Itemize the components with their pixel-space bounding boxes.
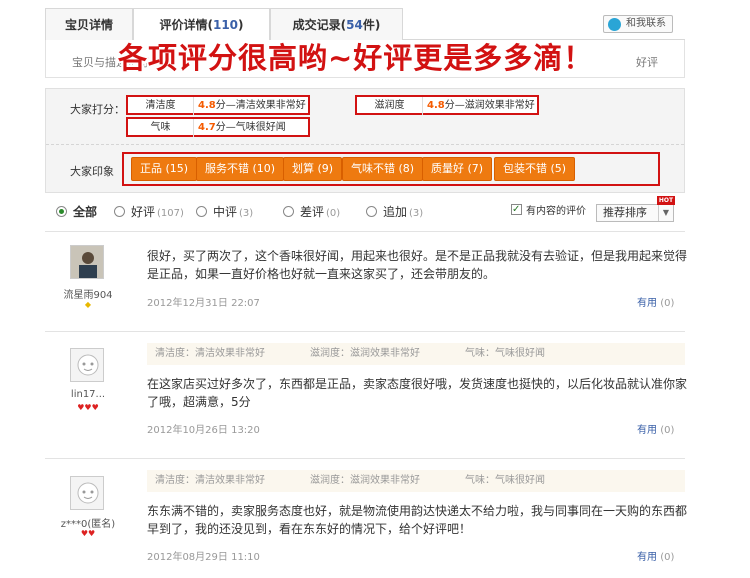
- default-avatar-icon: [71, 477, 103, 509]
- score-scent: 气味 4.7分—气味很好闻: [126, 117, 310, 137]
- score-moisture: 滋润度 4.8分—滋润效果非常好: [355, 95, 539, 115]
- review-text: 在这家店买过好多次了，东西都是正品，卖家态度很好哦，发货速度也挺快的，以后化妆品…: [147, 377, 688, 409]
- filter-positive[interactable]: 好评 (107): [114, 204, 184, 220]
- avatar[interactable]: [70, 245, 104, 279]
- impression-tag[interactable]: 气味不错 (8): [342, 157, 424, 181]
- contact-button[interactable]: 和我联系: [603, 15, 673, 33]
- useful-button[interactable]: 有用 (0): [637, 294, 674, 309]
- impression-tag[interactable]: 划算 (9): [283, 157, 343, 181]
- good-review-label: 好评: [636, 56, 658, 69]
- user-photo-icon: [71, 246, 103, 278]
- hot-badge: HOT: [657, 196, 675, 205]
- checkbox-checked-icon: [511, 202, 522, 218]
- useful-button[interactable]: 有用 (0): [637, 421, 674, 436]
- radio-icon: [114, 206, 125, 217]
- reviewer-name[interactable]: lin17...: [48, 389, 128, 400]
- chevron-down-icon: ▼: [658, 205, 673, 221]
- review-scores: 清洁度：清洁效果非常好 滋润度：滋润效果非常好 气味：气味很好闻: [147, 343, 685, 365]
- divider: [46, 144, 684, 145]
- default-avatar-icon: [71, 349, 103, 381]
- avatar[interactable]: [70, 348, 104, 382]
- promo-banner: 各项评分很高哟~好评更是多多滴！: [118, 41, 594, 75]
- impressions-label: 大家印象: [70, 165, 114, 178]
- filter-follow-up[interactable]: 追加 (3): [366, 204, 423, 220]
- avatar[interactable]: [70, 476, 104, 510]
- filter-neutral[interactable]: 中评 (3): [196, 204, 253, 220]
- impression-tag[interactable]: 质量好 (7): [422, 157, 493, 181]
- content-only-checkbox[interactable]: 有内容的评价: [511, 202, 586, 220]
- divider: [45, 458, 685, 459]
- reviewer-name[interactable]: 流星雨904: [48, 286, 128, 301]
- review-scores: 清洁度：清洁效果非常好 滋润度：滋润效果非常好 气味：气味很好闻: [147, 470, 685, 492]
- filter-negative[interactable]: 差评 (0): [283, 204, 340, 220]
- useful-button[interactable]: 有用 (0): [637, 548, 674, 563]
- review-text: 东东满不错的，卖家服务态度也好，就是物流使用韵达快递太不给力啦，我与同事同在一天…: [147, 504, 688, 536]
- impression-tag[interactable]: 包装不错 (5): [494, 157, 576, 181]
- radio-selected-icon: [56, 206, 67, 217]
- rank-icon: ♥♥: [80, 529, 96, 538]
- radio-icon: [283, 206, 294, 217]
- impression-tag[interactable]: 服务不错 (10): [196, 157, 285, 181]
- review-date: 2012年08月29日 11:10: [147, 552, 260, 563]
- sort-select[interactable]: 推荐排序 ▼: [596, 204, 674, 222]
- review-date: 2012年10月26日 13:20: [147, 425, 260, 436]
- divider: [45, 231, 685, 232]
- impression-tag[interactable]: 正品 (15): [131, 157, 198, 181]
- review-text: 很好，买了两次了，这个香味很好闻，用起来也很好。是不是正品我就没有去验证，但是我…: [147, 249, 688, 281]
- divider: [45, 331, 685, 332]
- rank-icon: ♥♥♥: [77, 403, 99, 412]
- chat-icon: [608, 18, 621, 31]
- radio-icon: [366, 206, 377, 217]
- radio-icon: [196, 206, 207, 217]
- reviewer-name[interactable]: z***0(匿名): [48, 515, 128, 530]
- review-date: 2012年12月31日 22:07: [147, 298, 260, 309]
- rank-icon: ◆: [84, 300, 92, 309]
- filter-all[interactable]: 全部: [56, 204, 97, 220]
- score-cleanliness: 清洁度 4.8分—清洁效果非常好: [126, 95, 310, 115]
- ratings-label: 大家打分：: [70, 103, 125, 116]
